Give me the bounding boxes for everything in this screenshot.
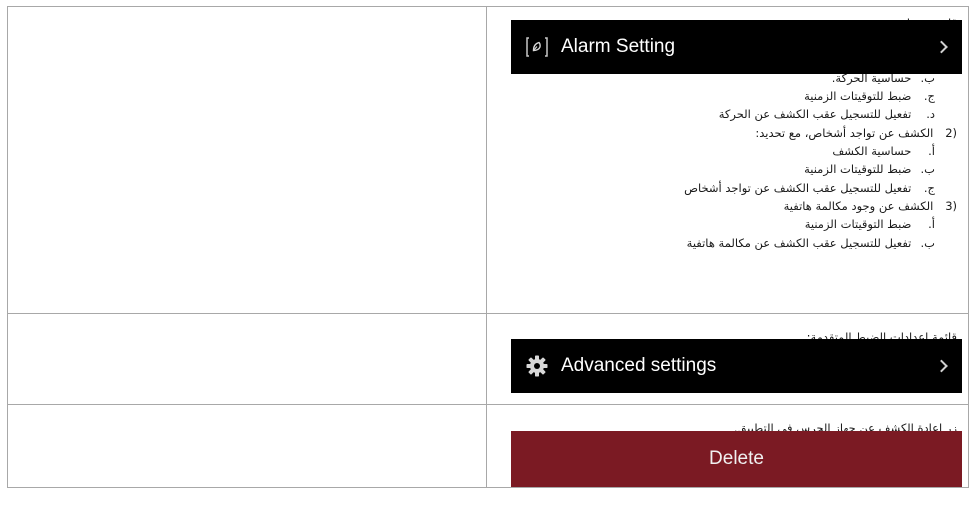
description-line: ب. تفعيل للتسجيل عقب الكشف عن مكالمة هات…: [497, 234, 957, 252]
screenshot-cell: [7, 6, 487, 314]
description-line: 2) الكشف عن تواجد أشخاص، مع تحديد:: [497, 124, 957, 142]
screenshot-cell: [7, 313, 487, 405]
list-marker: أ.: [928, 217, 935, 232]
description-line-text: الكشف عن وجود مكالمة هاتفية: [783, 198, 934, 213]
description-line: 3) الكشف عن وجود مكالمة هاتفية: [497, 197, 957, 215]
description-line: د. تفعيل للتسجيل عقب الكشف عن الحركة: [497, 105, 957, 123]
description-line: ج. ضبط للتوقيتات الزمنية: [497, 87, 957, 105]
alarm-bell-icon: [525, 35, 549, 59]
description-line: أ. ضبط التوقيتات الزمنية: [497, 215, 957, 233]
description-line: ب. ضبط للتوقيتات الزمنية: [497, 160, 957, 178]
delete-button[interactable]: Delete: [511, 431, 962, 487]
screenshot-cell: [7, 404, 487, 488]
list-marker: ب.: [920, 235, 935, 250]
document-table: قائمة تفعيل:1) الكشف عن وجود حركة، مع تح…: [7, 6, 969, 488]
description-line-text: تفعيل للتسجيل عقب الكشف عن الحركة: [718, 107, 912, 122]
list-marker: ب.: [920, 162, 935, 177]
description-line-text: ضبط للتوقيتات الزمنية: [804, 162, 912, 177]
description-line-text: الكشف عن تواجد أشخاص، مع تحديد:: [755, 125, 934, 140]
list-marker: ج.: [923, 180, 935, 195]
list-marker: ج.: [923, 89, 935, 104]
description-line-text: ضبط التوقيتات الزمنية: [804, 217, 912, 232]
alarm-setting-label: Alarm Setting: [561, 36, 676, 57]
list-marker: د.: [926, 107, 935, 122]
list-marker: 3): [945, 198, 957, 213]
description-line-text: تفعيل للتسجيل عقب الكشف عن تواجد أشخاص: [684, 180, 912, 195]
alarm-setting-button[interactable]: Alarm Setting: [511, 20, 962, 74]
list-marker: 2): [945, 125, 957, 140]
description-line-text: حساسية الكشف: [832, 144, 912, 159]
delete-label: Delete: [709, 448, 764, 469]
description-line-text: ضبط للتوقيتات الزمنية: [804, 89, 912, 104]
gear-icon: [525, 354, 549, 378]
list-marker: أ.: [928, 144, 935, 159]
advanced-settings-button[interactable]: Advanced settings: [511, 339, 962, 393]
description-line-text: تفعيل للتسجيل عقب الكشف عن مكالمة هاتفية: [686, 235, 912, 250]
description-line: أ. حساسية الكشف: [497, 142, 957, 160]
advanced-settings-label: Advanced settings: [561, 355, 717, 376]
description-line: ج. تفعيل للتسجيل عقب الكشف عن تواجد أشخا…: [497, 179, 957, 197]
